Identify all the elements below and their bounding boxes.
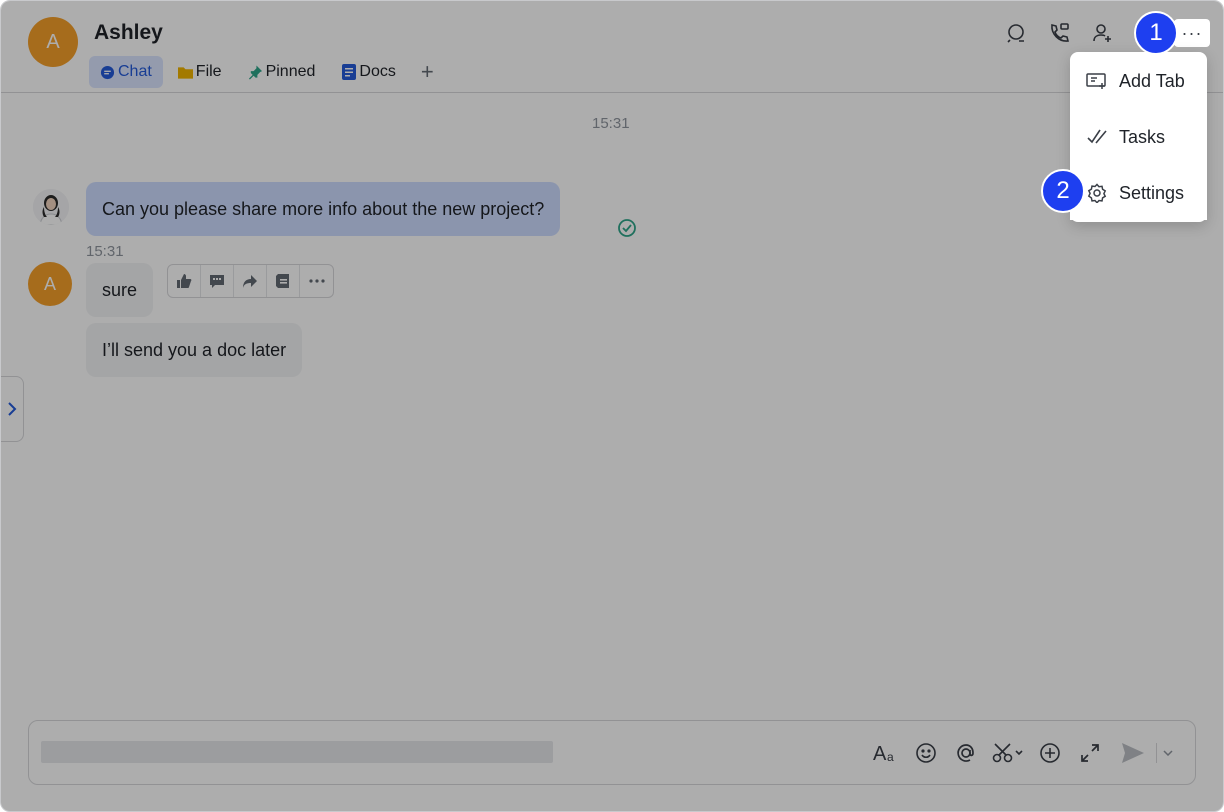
message-input[interactable]	[41, 741, 553, 763]
message-action-bar	[167, 264, 334, 298]
send-options-chevron-down-icon[interactable]	[1157, 738, 1179, 768]
reply-message-bubble[interactable]: sure	[86, 263, 154, 317]
expand-editor-icon[interactable]	[1070, 738, 1110, 768]
message-time: 15:31	[86, 243, 124, 260]
chat-tabs: Chat File Pinned Docs +	[89, 56, 434, 88]
add-plus-circle-icon[interactable]	[1030, 738, 1070, 768]
gear-icon	[1086, 182, 1108, 204]
step-badge-2: 2	[1041, 169, 1085, 213]
composer-toolbar: Aa	[866, 738, 1179, 768]
chat-title: Ashley	[94, 21, 163, 44]
text-format-icon[interactable]: Aa	[866, 738, 906, 768]
read-receipt-check-icon	[617, 218, 637, 238]
message-time: 15:31	[592, 115, 630, 132]
tab-pinned[interactable]: Pinned	[237, 56, 327, 88]
step-badge-1: 1	[1134, 11, 1178, 55]
tab-label: File	[195, 63, 222, 80]
tab-label: Docs	[359, 63, 396, 80]
menu-item-label: Add Tab	[1119, 70, 1185, 91]
search-chat-icon[interactable]	[1004, 21, 1028, 45]
menu-item-label: Settings	[1119, 182, 1185, 203]
svg-text:a: a	[887, 750, 894, 764]
more-icon: ···	[1181, 22, 1203, 43]
chevron-right-icon	[8, 402, 17, 416]
message-composer: Aa	[28, 720, 1196, 785]
chat-bubble-icon	[100, 65, 115, 80]
reply-comment-icon[interactable]	[201, 265, 234, 297]
svg-text:A: A	[873, 743, 887, 764]
docs-icon	[341, 64, 356, 80]
message-text: Can you please share more info about the…	[102, 198, 545, 219]
folder-icon	[177, 65, 193, 80]
tab-label: Pinned	[265, 63, 316, 80]
call-icon[interactable]	[1047, 21, 1071, 45]
emoji-icon[interactable]	[906, 738, 946, 768]
menu-item-label: Tasks	[1119, 126, 1166, 147]
chat-avatar[interactable]: A	[28, 17, 78, 67]
add-tab-icon	[1086, 70, 1108, 92]
menu-item-settings[interactable]: Settings	[1070, 166, 1207, 220]
more-options-button[interactable]: ···	[1174, 19, 1210, 47]
sidebar-expand-toggle[interactable]	[1, 376, 24, 442]
sender-photo-avatar[interactable]	[33, 189, 69, 225]
quote-icon[interactable]	[267, 265, 300, 297]
more-options-menu: Add Tab Tasks Settings	[1070, 52, 1207, 222]
mention-icon[interactable]	[946, 738, 986, 768]
tab-file[interactable]: File	[167, 56, 233, 88]
tab-docs[interactable]: Docs	[330, 56, 406, 88]
add-tab-plus-icon[interactable]: +	[421, 59, 434, 85]
tab-label: Chat	[118, 63, 152, 80]
tasks-icon	[1086, 126, 1108, 148]
thumbs-up-icon[interactable]	[168, 265, 201, 297]
sent-message-bubble[interactable]: Can you please share more info about the…	[86, 182, 561, 236]
menu-item-tasks[interactable]: Tasks	[1070, 110, 1207, 164]
forward-icon[interactable]	[234, 265, 267, 297]
message-text: sure	[102, 279, 138, 300]
add-member-icon[interactable]	[1091, 21, 1115, 45]
tab-chat[interactable]: Chat	[89, 56, 163, 88]
send-icon[interactable]	[1110, 738, 1156, 768]
pin-icon	[248, 65, 263, 80]
more-actions-icon[interactable]	[300, 265, 333, 297]
message-text: I’ll send you a doc later	[102, 339, 287, 360]
reply-avatar[interactable]: A	[28, 262, 72, 306]
chat-window: A Ashley Chat File Pinned Docs + 15:31 C…	[0, 0, 1224, 812]
menu-item-add-tab[interactable]: Add Tab	[1070, 54, 1207, 108]
screenshot-scissors-icon[interactable]	[986, 738, 1030, 768]
reply-message-bubble[interactable]: I’ll send you a doc later	[86, 323, 303, 377]
chat-header: A Ashley Chat File Pinned Docs +	[1, 1, 1223, 93]
